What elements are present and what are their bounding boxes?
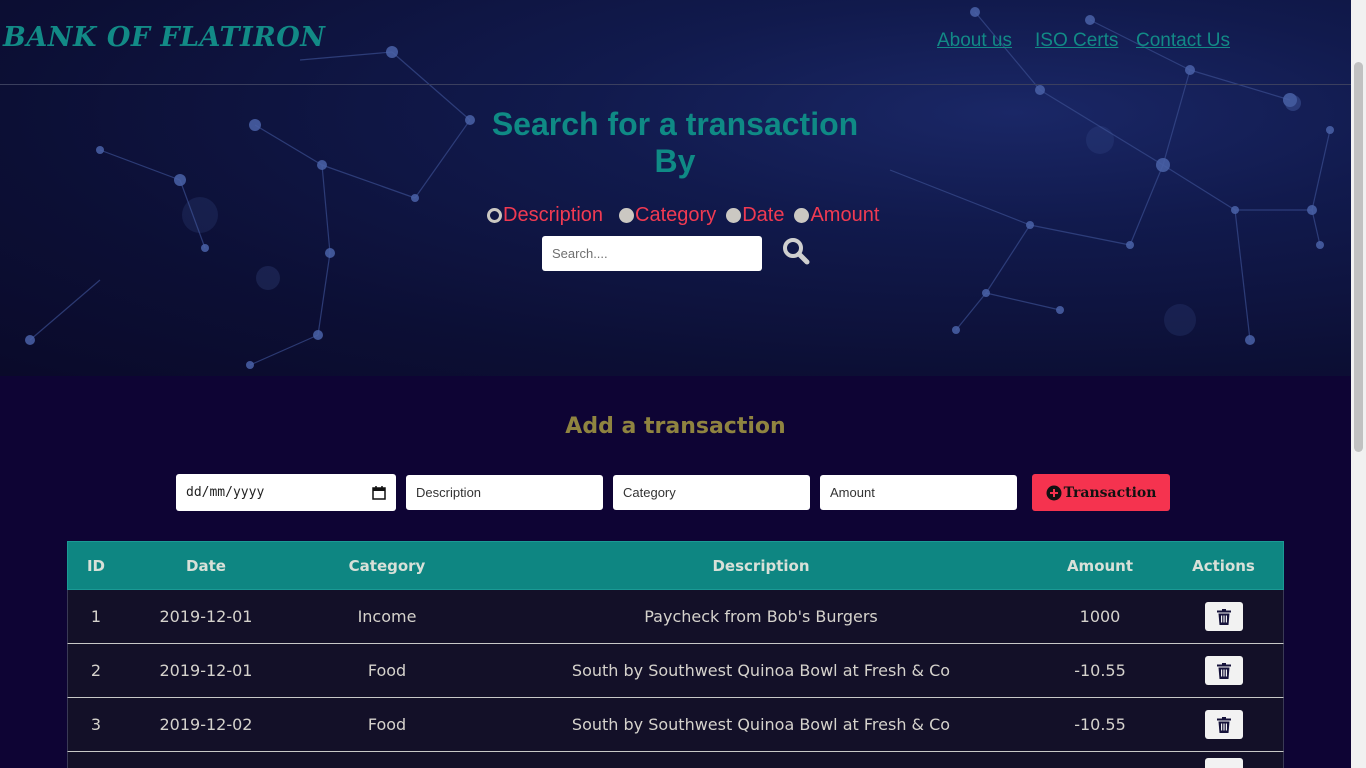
hero-banner: BANK OF FLATIRON About us ISO Certs Cont… [0,0,1351,376]
search-icon [783,238,810,265]
header-actions: Actions [1192,556,1255,575]
table-row: 1 2019-12-01 Income Paycheck from Bob's … [67,590,1284,644]
cell-description: Paycheck from Bob's Burgers [644,607,878,626]
header-description[interactable]: Description [486,557,1036,575]
search-by-options: Description Category Date Amount [487,203,889,227]
table-row-partial [67,752,1284,768]
cell-date: 2019-12-01 [159,607,253,626]
table-row: 3 2019-12-02 Food South by Southwest Qui… [67,698,1284,752]
radio-date[interactable] [726,207,742,223]
add-transaction-button[interactable]: Transaction [1032,474,1170,511]
date-input[interactable]: dd/mm/yyyy [176,474,396,511]
date-placeholder: dd/mm/yyyy [186,485,265,500]
cell-id: 3 [90,715,102,734]
radio-category[interactable] [619,207,635,223]
radio-description[interactable] [487,207,502,223]
search-title-line1: Search for a transaction [491,106,859,142]
nav-link-contact[interactable]: Contact Us [1136,30,1230,52]
cell-description: South by Southwest Quinoa Bowl at Fresh … [571,715,951,734]
trash-icon [1216,716,1231,733]
brand-logo[interactable]: BANK OF FLATIRON [3,22,325,53]
add-transaction-label: Transaction [1063,484,1157,501]
cell-description: South by Southwest Quinoa Bowl at Fresh … [571,661,951,680]
search-title: Search for a transaction By [425,106,925,180]
delete-button[interactable] [1204,602,1243,631]
description-input[interactable] [406,475,603,510]
radio-label-amount: Amount [810,203,880,226]
calendar-icon[interactable] [372,485,386,500]
header-date[interactable]: Date [124,557,288,575]
search-title-line2: By [654,143,696,179]
cell-category: Income [357,607,417,626]
search-button[interactable] [781,236,811,266]
radio-amount[interactable] [794,207,810,223]
amount-input[interactable] [820,475,1017,510]
trash-icon [1216,662,1231,679]
cell-actions [1164,656,1283,685]
category-input[interactable] [613,475,810,510]
cell-actions [1164,602,1283,631]
cell-category: Food [367,661,407,680]
cell-amount: 1000 [1079,607,1121,626]
add-transaction-title: Add a transaction [565,414,786,439]
header-category[interactable]: Category [288,557,486,575]
delete-button[interactable] [1204,710,1243,739]
table-row: 2 2019-12-01 Food South by Southwest Qui… [67,644,1284,698]
header-id[interactable]: ID [68,557,124,575]
nav-link-about[interactable]: About us [937,30,1012,52]
radio-label-date: Date [742,203,785,226]
cell-amount: -10.55 [1074,661,1126,680]
navbar: BANK OF FLATIRON About us ISO Certs Cont… [0,0,1351,85]
transactions-table: ID Date Category Description Amount Acti… [67,541,1284,768]
cell-date: 2019-12-01 [159,661,253,680]
cell-actions [1164,710,1283,739]
trash-icon [1216,608,1231,625]
page: BANK OF FLATIRON About us ISO Certs Cont… [0,0,1351,768]
cell-amount: -10.55 [1074,715,1126,734]
nav-link-iso[interactable]: ISO Certs [1035,30,1118,52]
cell-id: 2 [90,661,102,680]
search-input[interactable] [542,236,762,271]
plus-circle-icon [1046,485,1062,500]
header-amount[interactable]: Amount [1036,557,1164,575]
cell-category: Food [367,715,407,734]
scrollbar-thumb[interactable] [1354,62,1363,452]
radio-label-description: Description [503,203,604,226]
delete-button[interactable] [1204,656,1243,685]
table-header: ID Date Category Description Amount Acti… [67,541,1284,590]
delete-button[interactable] [1204,757,1243,768]
cell-date: 2019-12-02 [159,715,253,734]
cell-id: 1 [90,607,102,626]
radio-label-category: Category [635,203,717,226]
scrollbar[interactable] [1351,0,1366,768]
